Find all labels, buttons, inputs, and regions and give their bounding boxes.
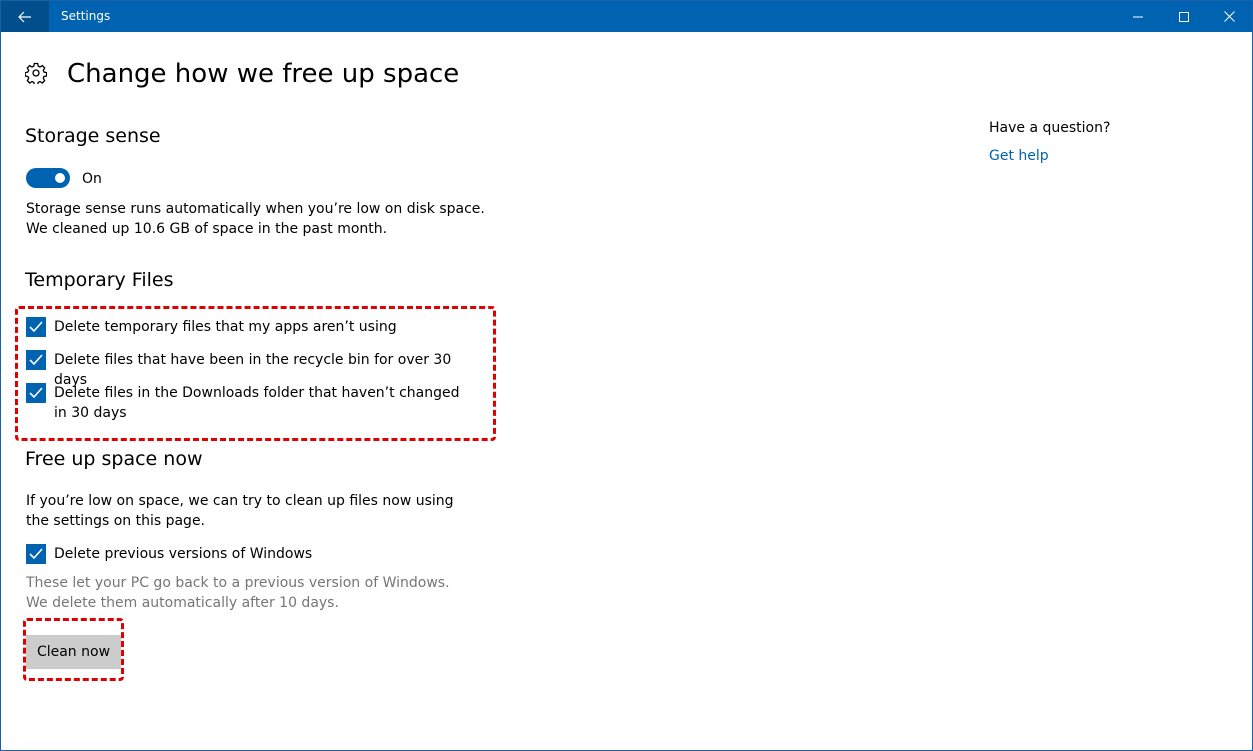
temporary-files-highlight (15, 306, 496, 441)
previous-versions-note: These let your PC go back to a previous … (26, 575, 450, 611)
maximize-icon (1179, 11, 1189, 22)
free-up-space-heading: Free up space now (25, 448, 203, 470)
temporary-files-heading: Temporary Files (25, 269, 174, 291)
storage-sense-description-line1: Storage sense runs automatically when yo… (26, 201, 485, 217)
maximize-button[interactable] (1161, 1, 1207, 32)
free-up-space-description: If you’re low on space, we can try to cl… (26, 493, 454, 529)
option-previous-windows-versions[interactable]: Delete previous versions of Windows (26, 544, 476, 564)
close-icon (1223, 11, 1235, 22)
checkmark-icon (29, 548, 43, 560)
checkbox[interactable] (26, 544, 46, 564)
settings-window: Settings Change how we free up space Sto… (0, 0, 1253, 751)
checkbox-label: Delete previous versions of Windows (54, 546, 313, 562)
get-help-link[interactable]: Get help (989, 146, 1049, 166)
back-arrow-icon (18, 11, 31, 22)
storage-sense-description-line2: We cleaned up 10.6 GB of space in the pa… (26, 221, 388, 237)
storage-sense-toggle[interactable] (26, 168, 70, 188)
have-a-question-label: Have a question? (989, 120, 1111, 136)
minimize-icon (1133, 16, 1143, 17)
window-title: Settings (61, 9, 111, 23)
page-title: Change how we free up space (67, 59, 460, 89)
title-bar: Settings (1, 1, 1252, 32)
clean-now-highlight (23, 618, 124, 681)
close-button[interactable] (1206, 1, 1252, 32)
toggle-knob (55, 173, 65, 183)
gear-icon (25, 62, 47, 84)
toggle-state-label: On (82, 171, 102, 187)
back-button[interactable] (1, 1, 49, 32)
minimize-button[interactable] (1115, 1, 1161, 32)
storage-sense-heading: Storage sense (25, 125, 161, 147)
